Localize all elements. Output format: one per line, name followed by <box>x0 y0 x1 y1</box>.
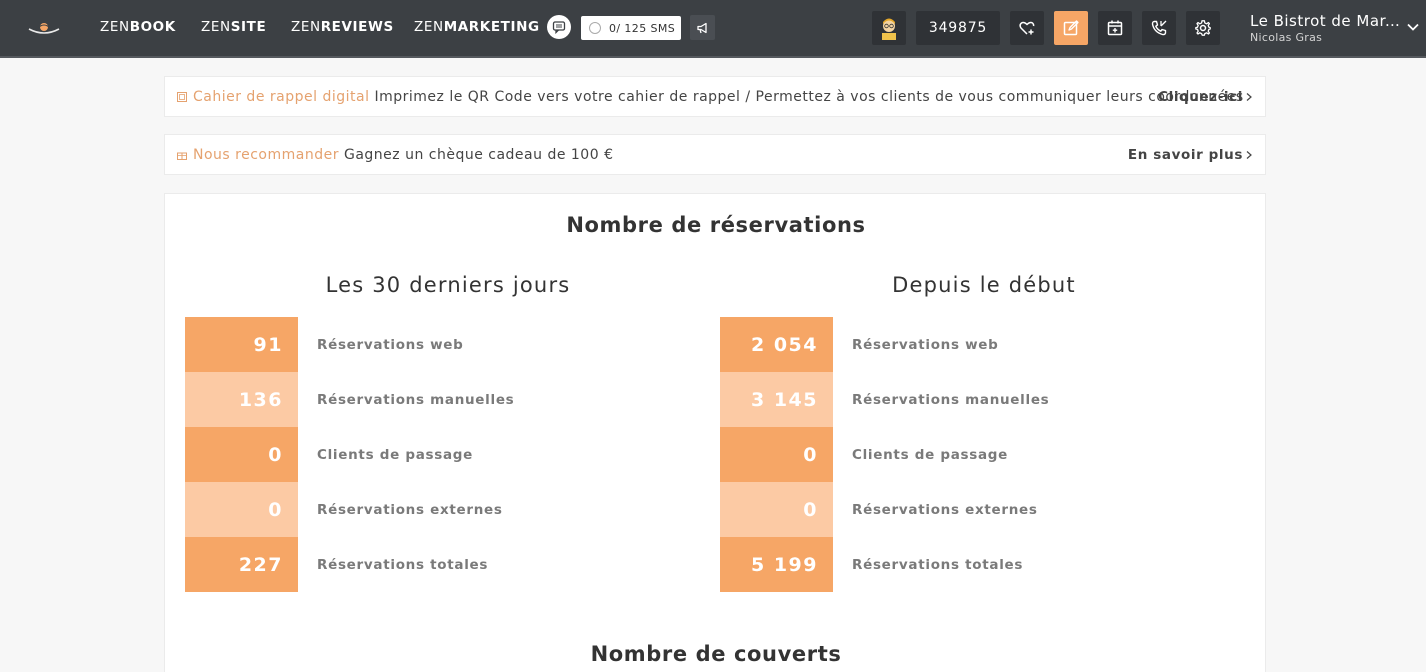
stat-value: 136 <box>185 372 298 427</box>
stat-row: 0 Réservations externes <box>185 482 503 537</box>
chevron-down-icon[interactable] <box>1406 20 1420 34</box>
calendar-plus-icon <box>1107 20 1123 36</box>
stat-label: Réservations manuelles <box>317 391 515 408</box>
stat-row: 0 Clients de passage <box>720 427 1008 482</box>
megaphone-icon <box>696 22 707 33</box>
sms-status-icon <box>589 22 601 34</box>
edit-button[interactable] <box>1054 11 1088 45</box>
announcements-button[interactable] <box>690 15 715 40</box>
stat-value: 0 <box>720 482 833 537</box>
stat-row: 91 Réservations web <box>185 317 464 372</box>
nav-zenmarketing[interactable]: ZENMARKETING <box>414 19 540 35</box>
banner-highlight: Cahier de rappel digital <box>193 88 370 105</box>
edit-note-icon <box>1063 20 1079 36</box>
stat-value: 5 199 <box>720 537 833 592</box>
nav-zenbook[interactable]: ZENBOOK <box>100 19 176 35</box>
nav-suffix: BOOK <box>129 19 176 35</box>
banner-cta-link[interactable]: En savoir plus <box>1128 147 1243 163</box>
stat-row: 0 Clients de passage <box>185 427 473 482</box>
stat-row: 227 Réservations totales <box>185 537 488 592</box>
nav-suffix: REVIEWS <box>320 19 394 35</box>
avatar-character-icon <box>882 18 896 40</box>
banner-highlight: Nous recommander <box>193 146 339 163</box>
nav-zensite[interactable]: ZENSITE <box>201 19 266 35</box>
user-name: Nicolas Gras <box>1250 31 1323 44</box>
stat-value: 0 <box>185 427 298 482</box>
stat-value: 2 054 <box>720 317 833 372</box>
stat-label: Réservations totales <box>852 556 1024 573</box>
column-title-30-days: Les 30 derniers jours <box>325 273 571 297</box>
nav-suffix: MARKETING <box>443 19 540 35</box>
nav-zenreviews[interactable]: ZENREVIEWS <box>291 19 394 35</box>
stat-label: Réservations externes <box>852 501 1038 518</box>
banner-digital-register: Cahier de rappel digital Imprimez le QR … <box>164 76 1266 117</box>
stat-row: 0 Réservations externes <box>720 482 1038 537</box>
zenchef-logo-icon[interactable] <box>26 17 62 37</box>
restaurant-name[interactable]: Le Bistrot de Mar... <box>1250 12 1400 30</box>
nav-prefix: ZEN <box>100 19 130 35</box>
settings-button[interactable] <box>1186 11 1220 45</box>
top-navbar: ZENBOOK ZENSITE ZENREVIEWS ZENMARKETING … <box>0 0 1426 58</box>
favorites-button[interactable] <box>1010 11 1044 45</box>
stat-label: Réservations manuelles <box>852 391 1050 408</box>
section-title-covers: Nombre de couverts <box>590 642 842 666</box>
stat-value: 227 <box>185 537 298 592</box>
sms-counter[interactable]: 0/ 125 SMS <box>581 16 681 40</box>
nav-prefix: ZEN <box>291 19 321 35</box>
stat-row: 2 054 Réservations web <box>720 317 999 372</box>
banner-cta-link[interactable]: Cliquez-ici <box>1158 89 1243 105</box>
stat-value: 0 <box>185 482 298 537</box>
heart-plus-icon <box>1019 21 1035 35</box>
column-title-since-start: Depuis le début <box>892 273 1076 297</box>
reservations-stats-card: Nombre de réservations Les 30 derniers j… <box>164 193 1266 672</box>
stat-value: 3 145 <box>720 372 833 427</box>
banner-referral: Nous recommander Gagnez un chèque cadeau… <box>164 134 1266 175</box>
sms-count-text: 0/ 125 SMS <box>609 21 676 35</box>
stat-row: 3 145 Réservations manuelles <box>720 372 1049 427</box>
gear-icon <box>1195 20 1211 36</box>
restaurant-id-counter[interactable]: 349875 <box>916 11 1000 45</box>
stat-value: 91 <box>185 317 298 372</box>
stat-value: 0 <box>720 427 833 482</box>
calendar-button[interactable] <box>1098 11 1132 45</box>
phone-button[interactable] <box>1142 11 1176 45</box>
nav-prefix: ZEN <box>201 19 231 35</box>
nav-prefix: ZEN <box>414 19 444 35</box>
stat-label: Réservations web <box>317 336 464 353</box>
chat-bubble-icon <box>552 21 566 34</box>
banner-text: Imprimez le QR Code vers votre cahier de… <box>374 88 1244 105</box>
counter-value: 349875 <box>928 20 988 36</box>
stat-label: Clients de passage <box>317 446 474 463</box>
phone-icon <box>1151 20 1167 36</box>
user-avatar[interactable] <box>872 11 906 45</box>
stat-label: Réservations web <box>852 336 999 353</box>
gift-icon <box>177 152 187 160</box>
chevron-right-icon <box>1246 92 1252 101</box>
stat-label: Clients de passage <box>852 446 1009 463</box>
nav-suffix: SITE <box>230 19 267 35</box>
chevron-right-icon <box>1246 150 1252 159</box>
banner-text: Gagnez un chèque cadeau de 100 € <box>343 146 614 163</box>
section-title: Nombre de réservations <box>566 213 866 237</box>
stat-label: Réservations externes <box>317 501 503 518</box>
qr-code-icon <box>177 91 187 102</box>
stat-row: 136 Réservations manuelles <box>185 372 514 427</box>
stat-label: Réservations totales <box>317 556 489 573</box>
chat-button[interactable] <box>547 15 571 39</box>
stat-row: 5 199 Réservations totales <box>720 537 1023 592</box>
